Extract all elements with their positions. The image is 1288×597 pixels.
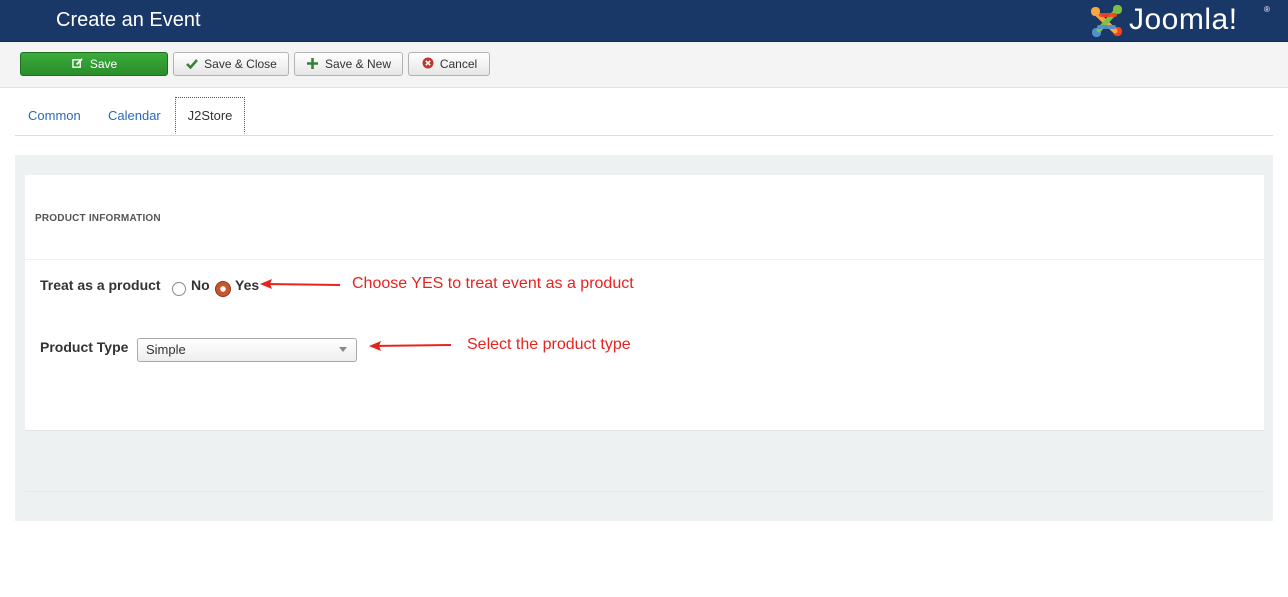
annotation-arrows [260, 279, 452, 351]
annotation-type-note: Select the product type [467, 336, 631, 353]
annotation-treat-note: Choose YES to treat event as a product [352, 275, 634, 292]
arrow-icon [260, 279, 341, 289]
arrow-icon [369, 341, 452, 351]
